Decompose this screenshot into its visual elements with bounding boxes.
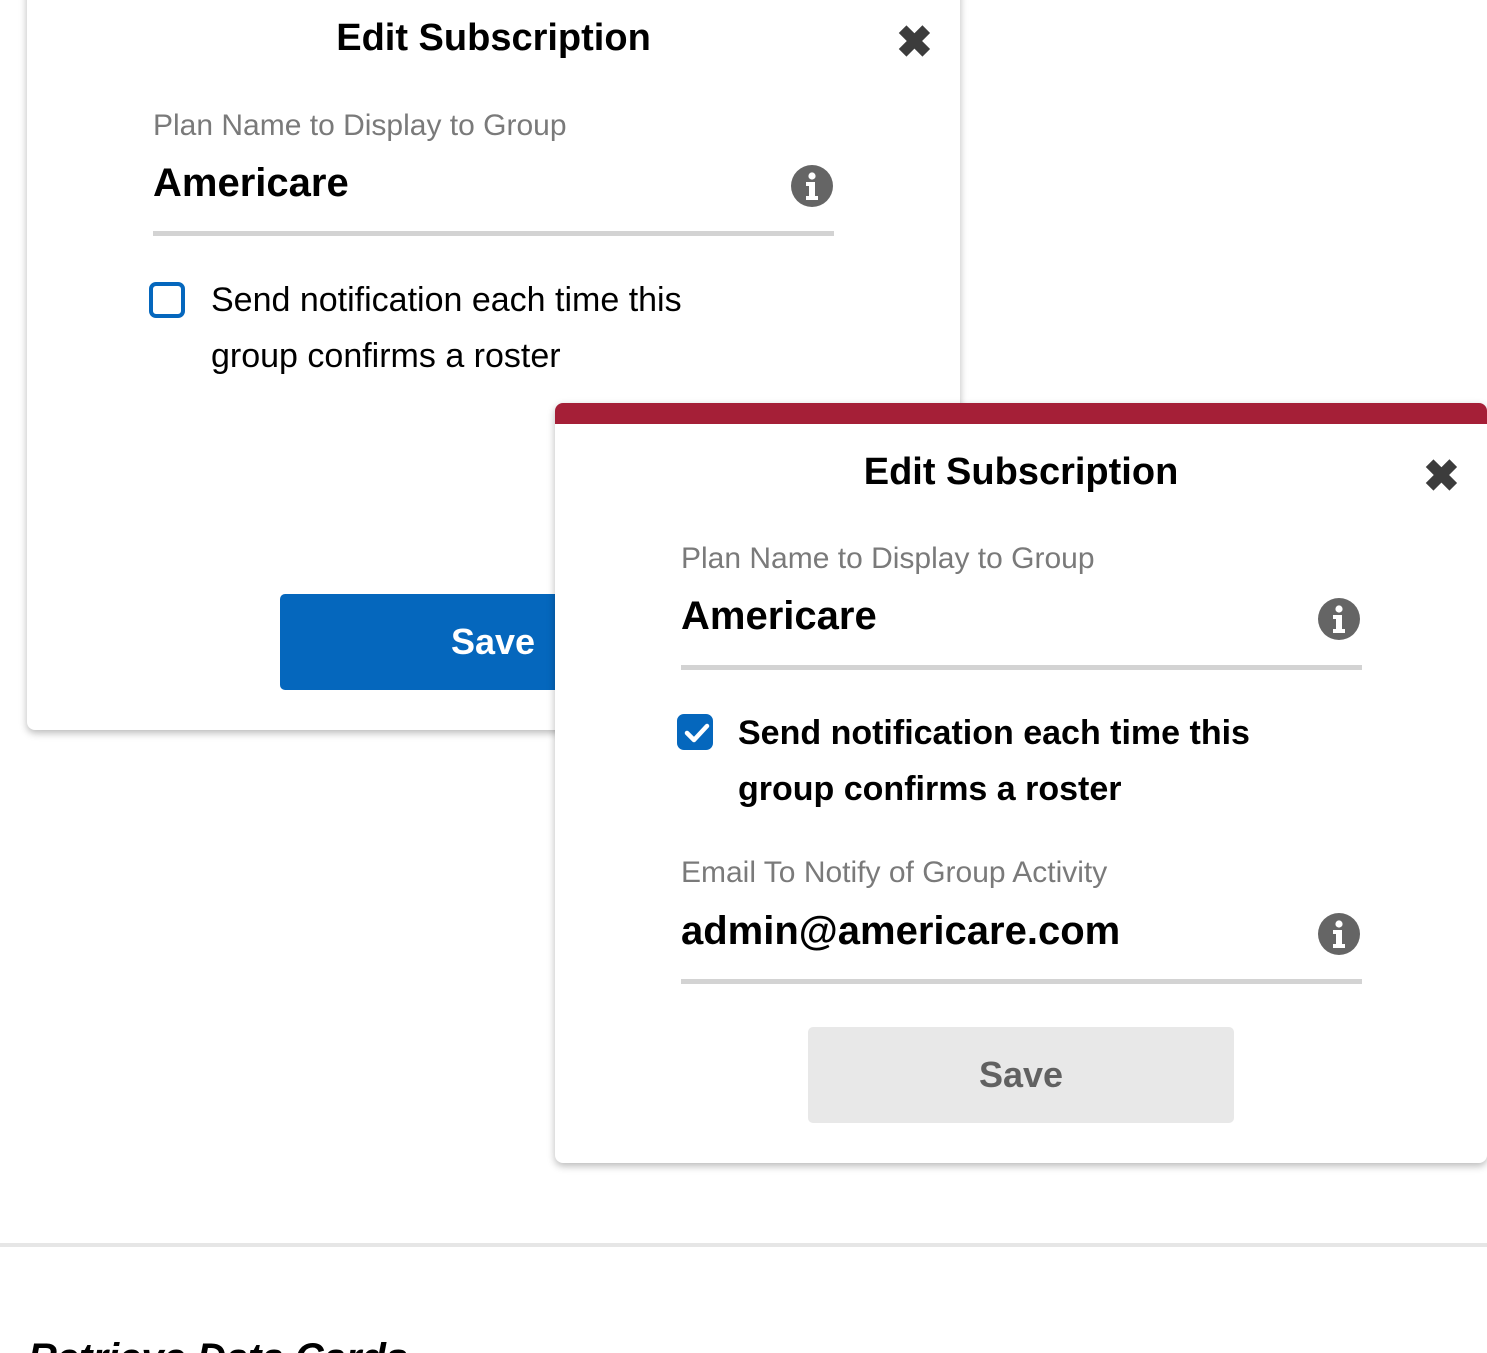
section-divider (0, 1243, 1487, 1247)
edit-subscription-modal-checked: Edit Subscription ✖ Plan Name to Display… (555, 403, 1487, 1163)
notify-checkbox[interactable] (677, 714, 713, 750)
close-icon[interactable]: ✖ (1423, 455, 1460, 499)
plan-name-field[interactable]: Americare (153, 161, 349, 206)
section-heading: Retrieve Data Cards (28, 1336, 408, 1353)
page: Edit Subscription ✖ Plan Name to Display… (0, 0, 1487, 1353)
email-underline (681, 979, 1362, 984)
plan-name-label: Plan Name to Display to Group (153, 109, 567, 142)
info-icon[interactable] (791, 165, 833, 207)
plan-name-underline (681, 665, 1362, 670)
modal-title: Edit Subscription (336, 17, 651, 59)
info-icon[interactable] (1318, 598, 1360, 640)
close-icon[interactable]: ✖ (896, 21, 933, 65)
notify-checkbox-label: Send notification each time this group c… (211, 281, 682, 375)
plan-name-field[interactable]: Americare (681, 594, 877, 639)
info-icon[interactable] (1318, 913, 1360, 955)
modal-title: Edit Subscription (863, 451, 1179, 493)
plan-name-underline (153, 231, 834, 236)
email-field[interactable]: admin@americare.com (681, 909, 1120, 954)
plan-name-label: Plan Name to Display to Group (681, 542, 1095, 575)
checkmark-icon (684, 723, 710, 743)
save-button[interactable]: Save (808, 1027, 1234, 1123)
notify-checkbox-label: Send notification each time this group c… (738, 714, 1250, 808)
notify-checkbox[interactable] (149, 282, 185, 318)
email-label: Email To Notify of Group Activity (681, 856, 1108, 889)
